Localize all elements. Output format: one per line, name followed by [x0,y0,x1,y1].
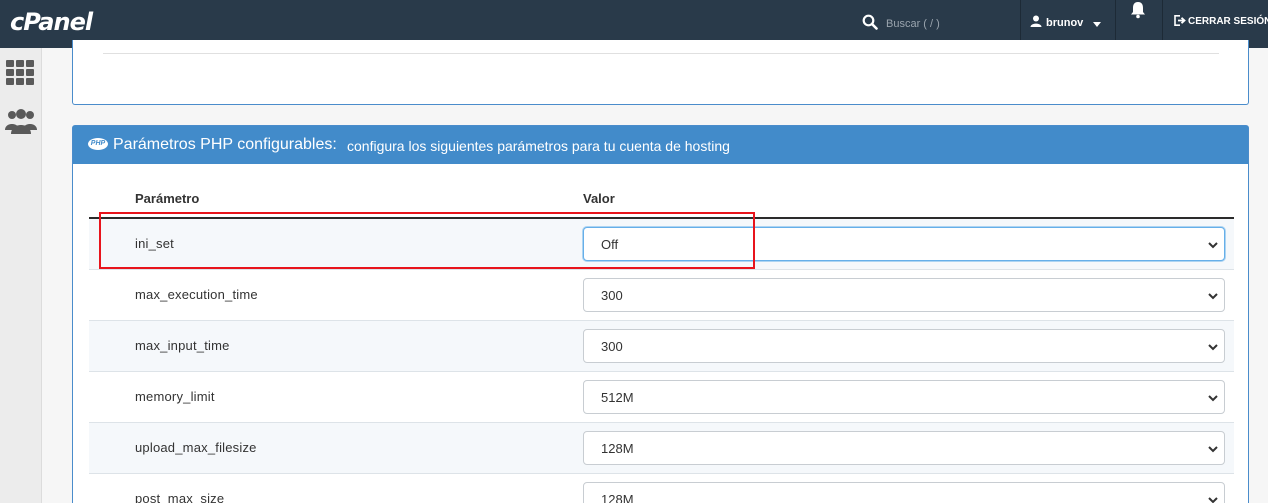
chevron-down-icon [1208,344,1218,351]
column-header-parameter: Parámetro [135,191,200,206]
search-icon [862,14,878,30]
users-icon[interactable] [4,106,38,136]
table-row: ini_set Off [89,219,1234,270]
value-select[interactable]: 300 [583,329,1225,363]
divider [103,53,1219,54]
panel-header: PHP Parámetros PHP configurables: config… [73,126,1248,164]
value-select[interactable]: 512M [583,380,1225,414]
php-parameters-panel: PHP Parámetros PHP configurables: config… [72,125,1249,503]
panel-subtitle: configura los siguientes parámetros para… [347,138,730,154]
user-menu[interactable]: brunov [1030,14,1110,34]
table-row: max_input_time 300 [89,321,1234,372]
sidebar [0,48,42,503]
chevron-down-icon [1208,497,1218,503]
selected-value: 128M [601,441,634,456]
table-row: max_execution_time 300 [89,270,1234,321]
table-row: memory_limit 512M [89,372,1234,423]
username: brunov [1046,17,1084,29]
parameter-name: max_execution_time [135,287,258,302]
parameter-name: ini_set [135,236,174,251]
cpanel-logo[interactable]: cPanel [10,8,93,36]
selected-value: 128M [601,492,634,503]
logout-label: CERRAR SESIÓN [1188,16,1268,27]
selected-value: 300 [601,288,623,303]
chevron-down-icon [1093,22,1101,27]
value-select[interactable]: 128M [583,431,1225,465]
user-icon [1030,15,1042,27]
selected-value: 512M [601,390,634,405]
search-input[interactable] [886,12,1016,36]
value-select[interactable]: Off [583,227,1225,261]
value-select[interactable]: 128M [583,482,1225,503]
panel-title: Parámetros PHP configurables: [113,136,337,153]
chevron-down-icon [1208,395,1218,402]
parameter-name: max_input_time [135,338,230,353]
chevron-down-icon [1208,446,1218,453]
table-row: upload_max_filesize 128M [89,423,1234,474]
column-header-value: Valor [583,191,615,206]
value-select[interactable]: 300 [583,278,1225,312]
chevron-down-icon [1208,293,1218,300]
parameter-name: memory_limit [135,389,215,404]
selected-value: Off [601,237,619,252]
table-row: post_max_size 128M [89,474,1234,503]
previous-panel [72,40,1249,105]
parameter-name: post_max_size [135,491,225,503]
chevron-down-icon [1208,242,1218,249]
search-box[interactable] [862,12,1022,36]
selected-value: 300 [601,339,623,354]
bell-icon[interactable] [1128,0,1148,20]
php-icon: PHP [88,138,108,150]
logout-icon [1174,15,1186,26]
grid-icon[interactable] [4,58,38,88]
parameter-name: upload_max_filesize [135,440,257,455]
